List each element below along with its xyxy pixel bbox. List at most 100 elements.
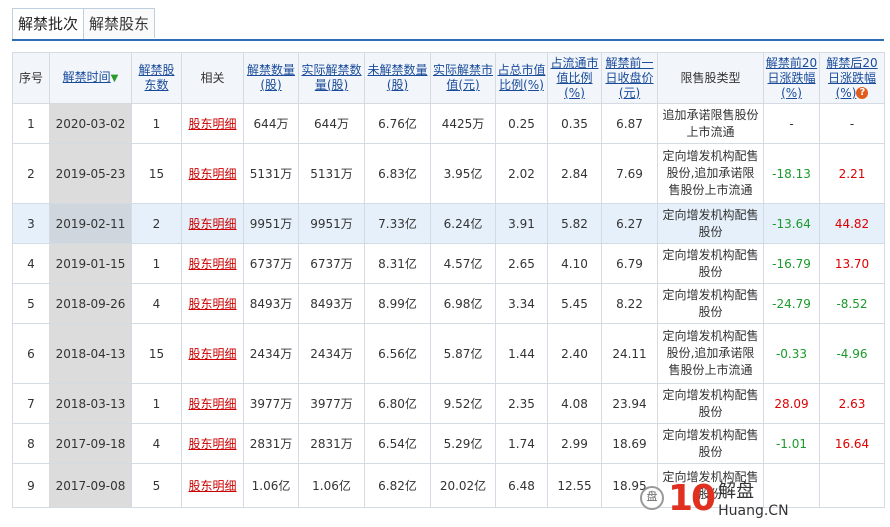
tab-unlock-batches[interactable]: 解禁批次 (12, 8, 85, 40)
row-actual-value-cell: 4.57亿 (430, 243, 496, 284)
row-unlocked-qty-value: 6.54亿 (378, 437, 417, 451)
question-icon[interactable]: ? (856, 87, 869, 99)
row-actual-qty-value: 3977万 (310, 397, 353, 411)
row-holders-cell: 2 (131, 203, 182, 244)
row-date-value: 2019-05-23 (55, 166, 126, 181)
row-related-cell: 股东明细 (181, 143, 244, 204)
row-unlocked-qty-cell: 6.80亿 (364, 383, 431, 424)
header-prev-close[interactable]: 解禁前一日收盘价(元) (601, 52, 658, 104)
row-seq-value: 6 (27, 346, 35, 361)
table-row: 6 2018-04-13 15 股东明细 2434万 2434万 6.56亿 5.87亿 1.4… (12, 323, 885, 384)
row-float-pct-value: 5.45 (561, 296, 588, 311)
row-prev-close-cell: 6.27 (601, 203, 658, 244)
row-date-value: 2018-09-26 (55, 296, 126, 311)
header-qty[interactable]: 解禁数量(股) (243, 52, 299, 104)
row-pre20-cell (763, 463, 820, 508)
row-post20-value: -8.52 (836, 296, 868, 311)
header-date[interactable]: 解禁时间▼ (49, 52, 132, 104)
row-pre20-cell: - (763, 103, 820, 144)
row-prev-close-value: 6.79 (616, 256, 643, 271)
shareholder-detail-link[interactable]: 股东明细 (188, 257, 236, 271)
row-date-cell: 2018-09-26 (49, 283, 132, 324)
row-unlocked-qty-cell: 6.82亿 (364, 463, 431, 508)
shareholder-detail-link[interactable]: 股东明细 (188, 297, 236, 311)
row-pre20-cell: -18.13 (763, 143, 820, 204)
row-float-pct-cell: 0.35 (547, 103, 602, 144)
header-post20[interactable]: 解禁后20日涨跌幅(%)? (819, 52, 885, 104)
row-date-value: 2018-03-13 (55, 396, 126, 411)
row-float-pct-value: 2.40 (561, 346, 588, 361)
header-actual-value[interactable]: 实际解禁市值(元) (430, 52, 496, 104)
tab-unlock-holders[interactable]: 解禁股东 (83, 8, 156, 38)
shareholder-detail-link[interactable]: 股东明细 (188, 397, 236, 411)
row-share-type-cell: 追加承诺限售股份上市流通 (657, 103, 764, 144)
row-qty-cell: 3977万 (243, 383, 299, 424)
row-actual-qty-cell: 3977万 (298, 383, 365, 424)
header-holders[interactable]: 解禁股东数 (131, 52, 182, 104)
row-total-pct-cell: 2.35 (495, 383, 548, 424)
header-unlocked-qty[interactable]: 未解禁数量(股) (364, 52, 431, 104)
row-share-type-value: 定向增发机构配售股份 (662, 287, 759, 319)
shareholder-detail-link[interactable]: 股东明细 (188, 167, 236, 181)
unlock-table: 序号 解禁时间▼ 解禁股东数 相关 解禁数量(股) 实际解禁数量(股) 未解禁数… (12, 52, 885, 508)
shareholder-detail-link[interactable]: 股东明细 (188, 217, 236, 231)
row-date-cell: 2019-01-15 (49, 243, 132, 284)
row-total-pct-cell: 2.02 (495, 143, 548, 204)
shareholder-detail-link[interactable]: 股东明细 (188, 437, 236, 451)
row-related-cell: 股东明细 (181, 383, 244, 424)
row-pre20-cell: -24.79 (763, 283, 820, 324)
row-actual-qty-value: 2831万 (310, 437, 353, 451)
row-share-type-cell: 定向增发机构配售股份 (657, 423, 764, 464)
row-actual-value-cell: 5.87亿 (430, 323, 496, 384)
row-total-pct-cell: 2.65 (495, 243, 548, 284)
row-share-type-value: 定向增发机构配售股份,追加承诺限售股份上市流通 (662, 329, 759, 377)
row-seq-cell: 7 (12, 383, 50, 424)
shareholder-detail-link[interactable]: 股东明细 (188, 347, 236, 361)
header-pre20[interactable]: 解禁前20日涨跌幅(%) (763, 52, 820, 104)
row-actual-value-cell: 5.29亿 (430, 423, 496, 464)
row-share-type-cell: 定向增发机构配售股份 (657, 203, 764, 244)
row-post20-value: 44.82 (834, 216, 870, 231)
row-unlocked-qty-cell: 8.31亿 (364, 243, 431, 284)
header-actual-qty[interactable]: 实际解禁数量(股) (298, 52, 365, 104)
row-prev-close-cell: 24.11 (601, 323, 658, 384)
shareholder-detail-link[interactable]: 股东明细 (188, 479, 236, 493)
row-holders-cell: 15 (131, 323, 182, 384)
row-post20-cell: 2.63 (819, 383, 885, 424)
row-prev-close-cell: 6.87 (601, 103, 658, 144)
row-pre20-cell: -16.79 (763, 243, 820, 284)
row-seq-value: 1 (27, 116, 35, 131)
row-qty-value: 3977万 (249, 397, 293, 411)
row-unlocked-qty-value: 8.99亿 (378, 297, 417, 311)
row-actual-value-cell: 3.95亿 (430, 143, 496, 204)
row-post20-cell: 16.64 (819, 423, 885, 464)
row-prev-close-cell: 18.95 (601, 463, 658, 508)
tab-bar: 解禁批次 解禁股东 (12, 8, 156, 40)
row-seq-cell: 6 (12, 323, 50, 384)
row-float-pct-cell: 4.08 (547, 383, 602, 424)
row-seq-value: 7 (27, 396, 35, 411)
row-qty-value: 2434万 (249, 347, 293, 361)
row-pre20-cell: -1.01 (763, 423, 820, 464)
header-float-pct[interactable]: 占流通市值比例(%) (547, 52, 602, 104)
arrow-down-icon: ▼ (110, 73, 119, 84)
row-post20-cell: 2.21 (819, 143, 885, 204)
row-actual-qty-cell: 2434万 (298, 323, 365, 384)
shareholder-detail-link[interactable]: 股东明细 (188, 117, 236, 131)
row-date-value: 2017-09-18 (55, 436, 126, 451)
row-total-pct-value: 3.91 (508, 216, 535, 231)
row-pre20-cell: 28.09 (763, 383, 820, 424)
row-total-pct-cell: 0.25 (495, 103, 548, 144)
row-post20-value: -4.96 (836, 346, 868, 361)
row-prev-close-cell: 23.94 (601, 383, 658, 424)
row-holders-value: 1 (152, 396, 161, 411)
header-total-pct[interactable]: 占总市值比例(%) (495, 52, 548, 104)
row-total-pct-value: 1.74 (508, 436, 535, 451)
row-seq-value: 8 (27, 436, 35, 451)
row-prev-close-value: 8.22 (616, 296, 643, 311)
row-float-pct-cell: 2.99 (547, 423, 602, 464)
row-prev-close-value: 6.87 (616, 116, 643, 131)
row-qty-value: 2831万 (249, 437, 293, 451)
row-qty-value: 8493万 (249, 297, 293, 311)
row-seq-value: 5 (27, 296, 35, 311)
